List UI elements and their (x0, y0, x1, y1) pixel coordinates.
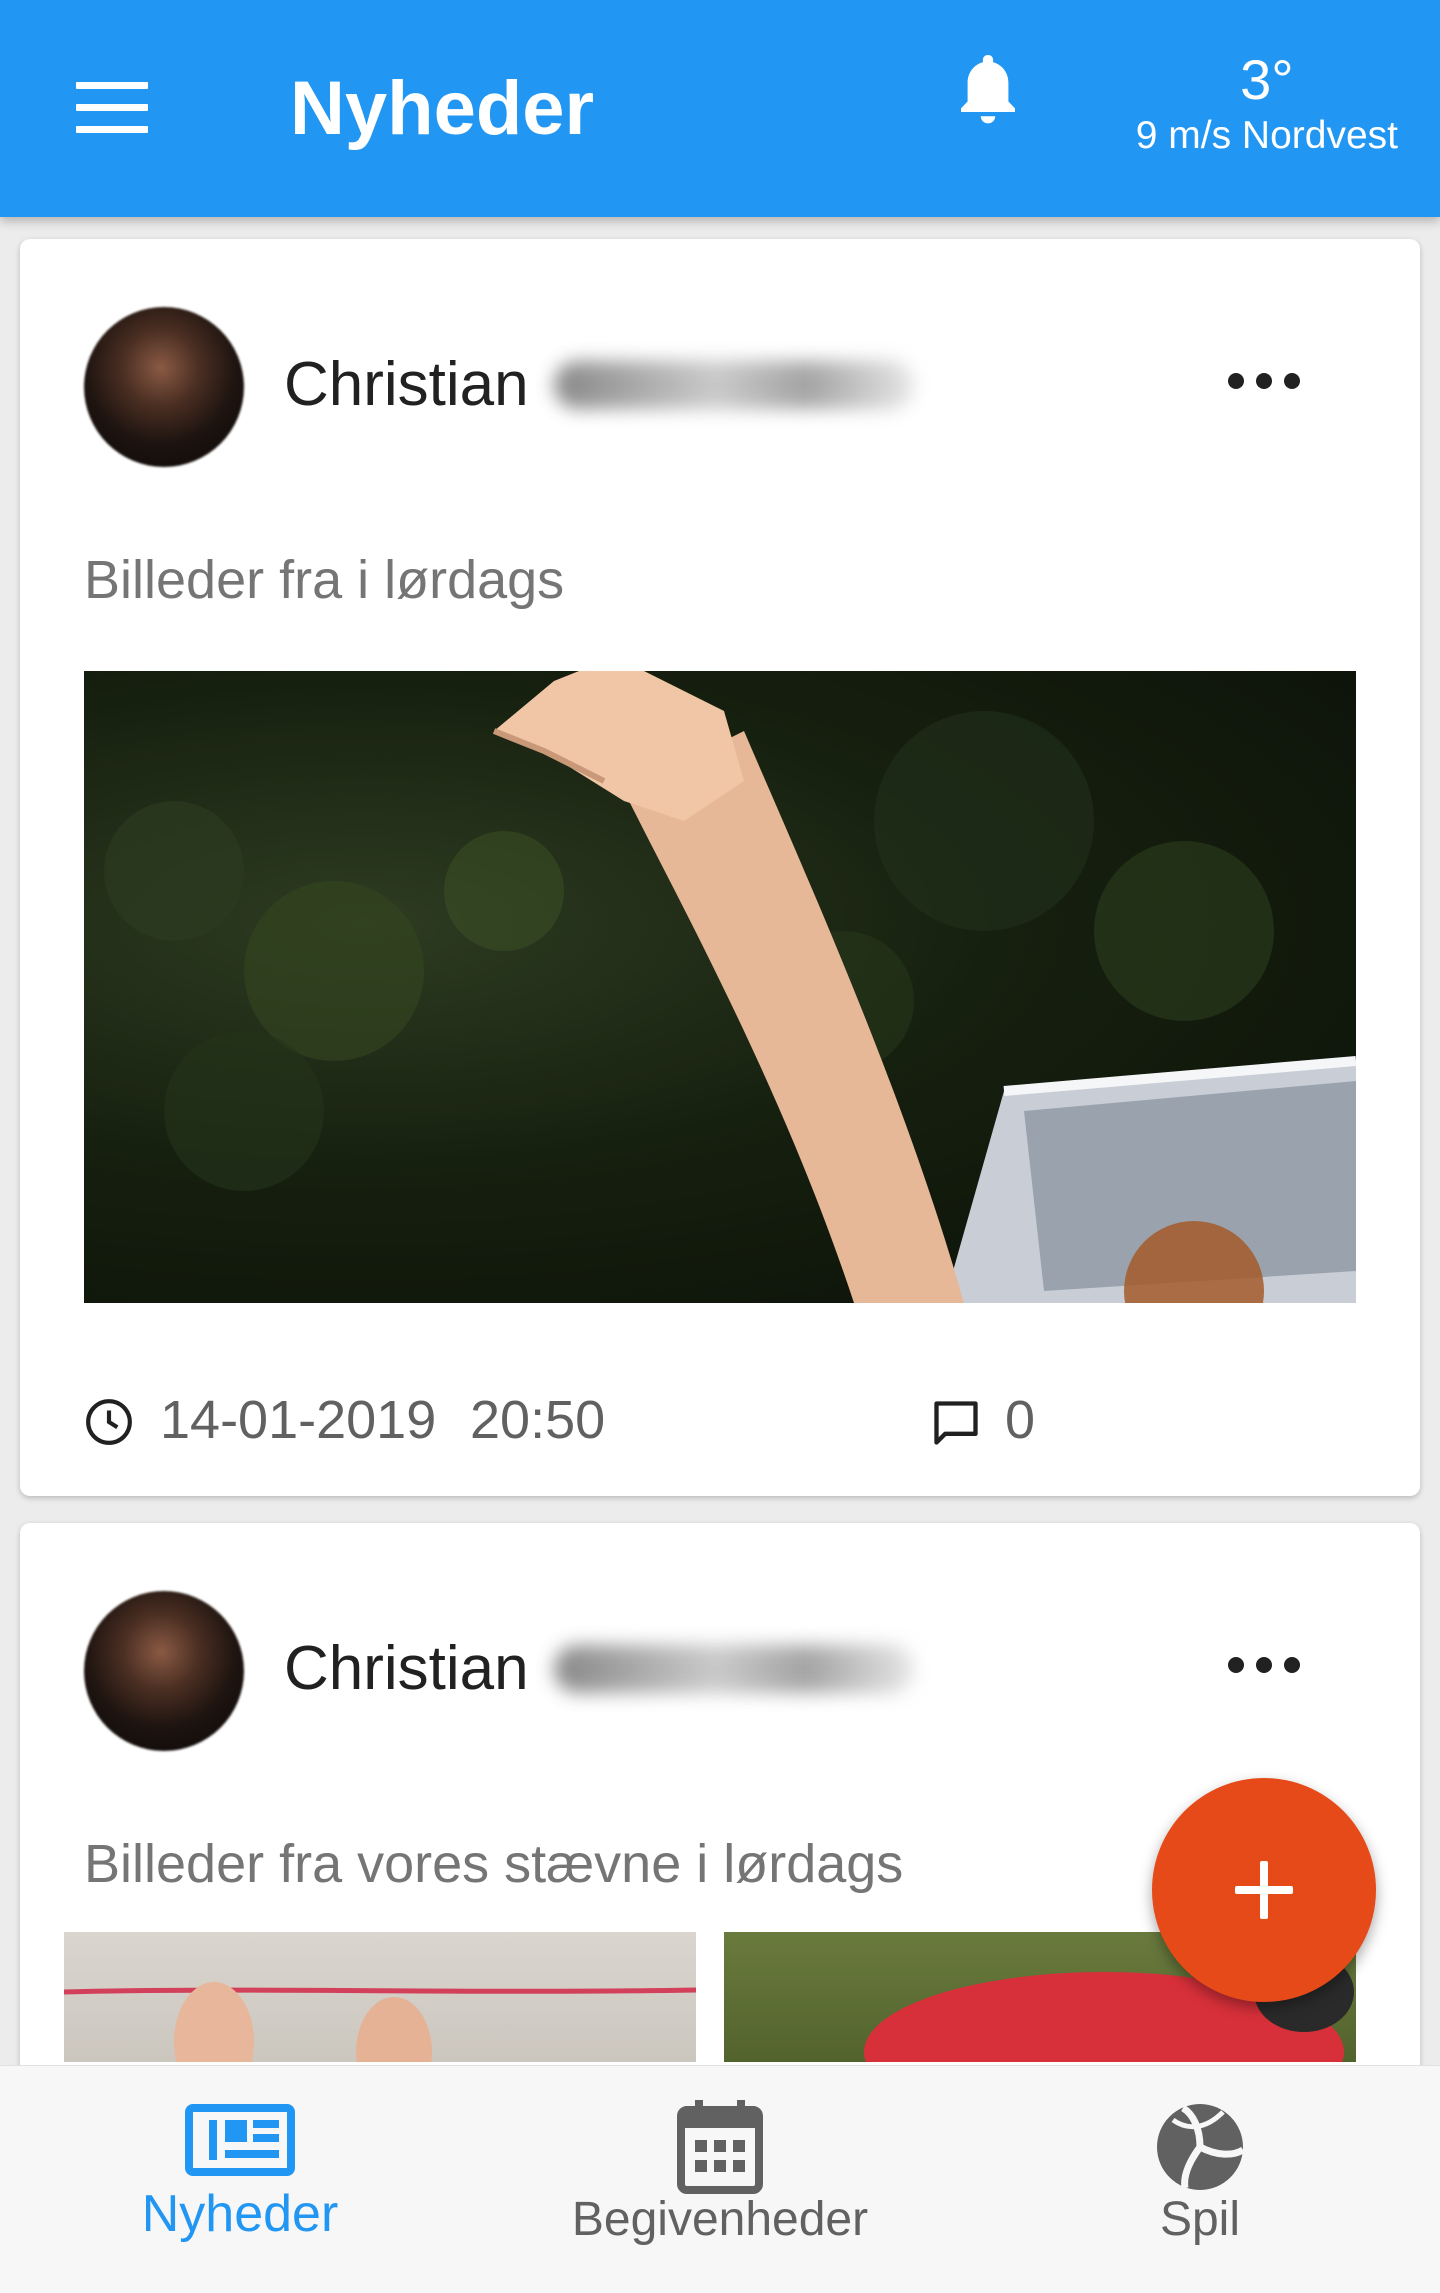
post-photo[interactable] (64, 1932, 696, 2062)
nav-label: Begivenheder (571, 2193, 869, 2246)
newspaper-icon (185, 2104, 295, 2176)
calendar-icon (677, 2100, 763, 2194)
nav-label: Nyheder (141, 2185, 339, 2243)
post-photo-image (104, 671, 1356, 1303)
post-card[interactable]: Christian Billeder fra i lørdags 14-01-2… (20, 239, 1420, 1496)
weather-widget[interactable]: 3° 9 m/s Nordvest (1135, 48, 1398, 157)
redacted-surname (554, 361, 914, 409)
more-options-icon[interactable] (1228, 367, 1304, 395)
weather-wind: 9 m/s Nordvest (1135, 114, 1398, 157)
post-author[interactable]: Christian (284, 347, 529, 423)
menu-icon[interactable] (76, 82, 148, 133)
nav-item-begivenheder[interactable]: Begivenheder (480, 2066, 960, 2293)
bell-icon[interactable] (952, 48, 1024, 134)
avatar[interactable] (84, 1591, 244, 1751)
nav-item-spil[interactable]: Spil (960, 2066, 1440, 2293)
bottom-navigation: Nyheder Begivenheder Spil (0, 2065, 1440, 2293)
comment-icon[interactable] (930, 1397, 982, 1449)
avatar[interactable] (84, 307, 244, 467)
post-text: Billeder fra i lørdags (84, 550, 565, 610)
weather-temperature: 3° (1240, 48, 1294, 111)
page-title: Nyheder (290, 66, 595, 151)
redacted-surname (554, 1645, 914, 1693)
app-bar: Nyheder 3° 9 m/s Nordvest (0, 0, 1440, 217)
post-photo-image (64, 1982, 696, 2062)
nav-item-nyheder[interactable]: Nyheder (0, 2066, 480, 2293)
post-photo[interactable] (84, 671, 1356, 1303)
post-author[interactable]: Christian (284, 1631, 529, 1707)
volleyball-icon (1157, 2104, 1245, 2190)
nav-label: Spil (1159, 2193, 1241, 2246)
post-date: 14-01-2019 (160, 1390, 437, 1450)
comment-count[interactable]: 0 (1005, 1385, 1035, 1455)
post-text: Billeder fra vores stævne i lørdags (84, 1834, 904, 1894)
post-time: 20:50 (470, 1390, 606, 1450)
add-post-button[interactable] (1152, 1778, 1376, 2002)
more-options-icon[interactable] (1228, 1651, 1304, 1679)
clock-icon (86, 1399, 132, 1445)
